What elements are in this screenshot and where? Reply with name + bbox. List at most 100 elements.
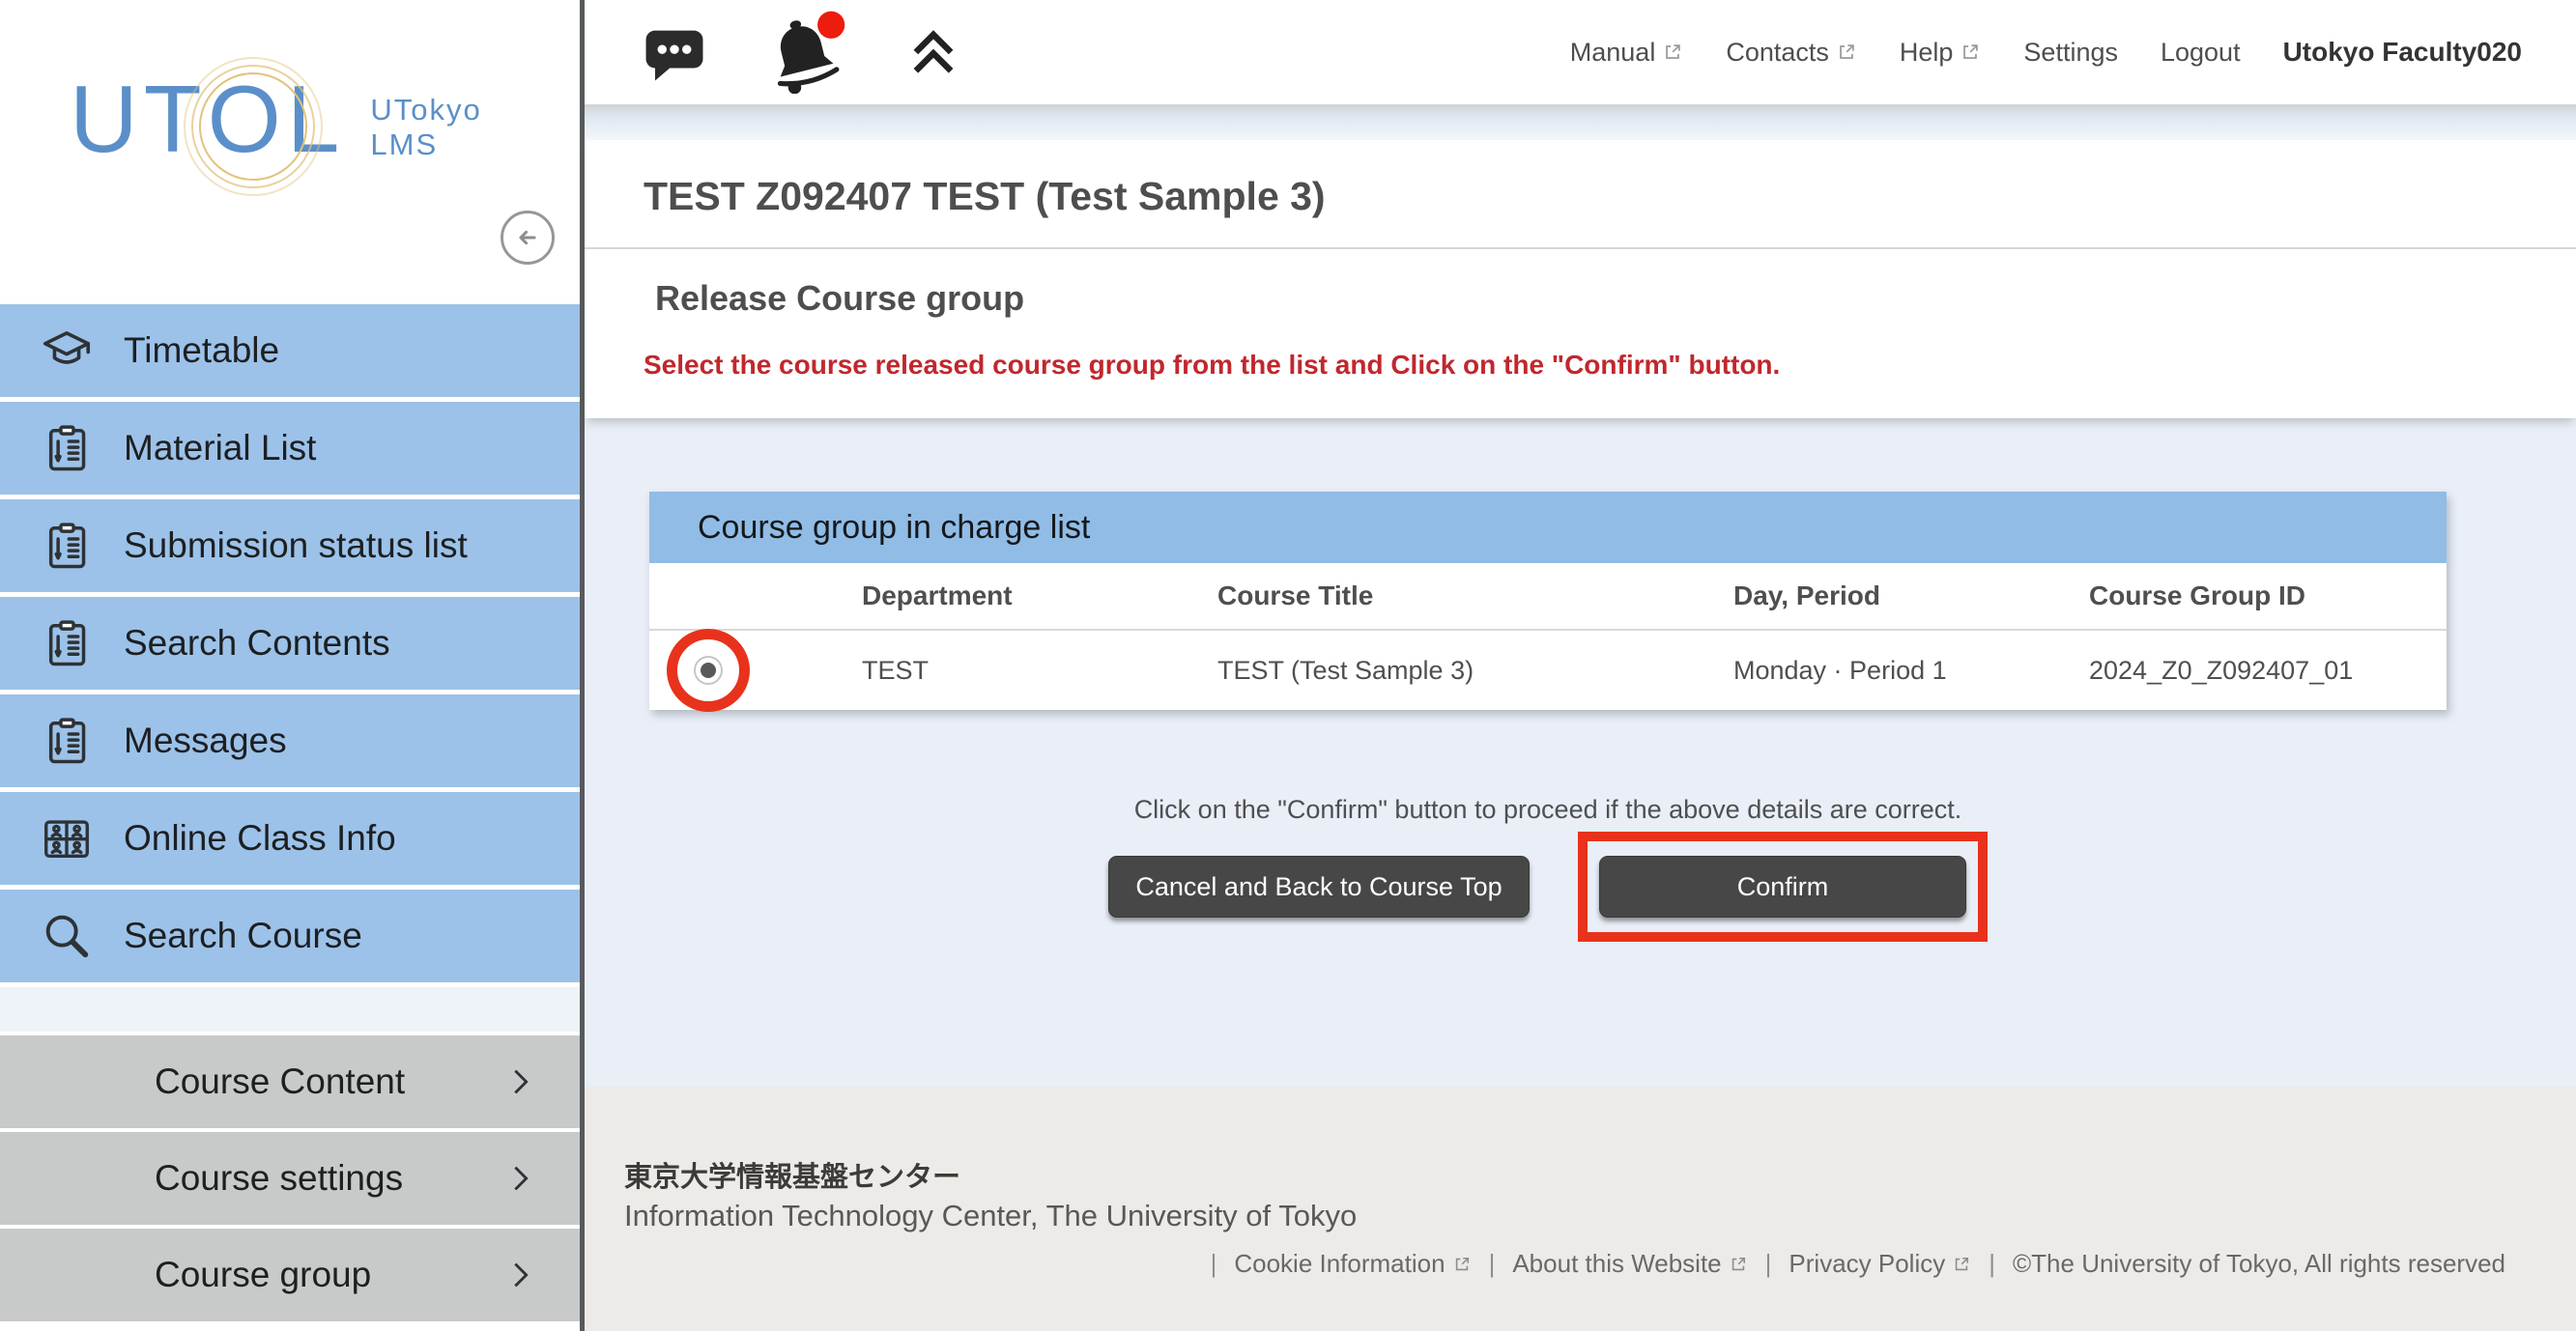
course-group-radio-selected[interactable] (694, 656, 723, 685)
external-link-icon (1729, 1255, 1748, 1274)
table-header-bar: Course group in charge list (649, 492, 2447, 563)
menu-item-label: Course settings (155, 1158, 403, 1199)
sidebar-item-course-settings[interactable]: Course settings (0, 1132, 580, 1225)
course-group-table-card: Course group in charge list Department C… (649, 492, 2447, 710)
sidebar-item-label: Online Class Info (124, 818, 396, 859)
link-label: Settings (2023, 38, 2118, 68)
help-link[interactable]: Help (1900, 38, 1982, 68)
confirm-note: Click on the "Confirm" button to proceed… (649, 795, 2447, 825)
table-row: TEST TEST (Test Sample 3) Monday · Perio… (649, 631, 2447, 710)
column-header-course-title: Course Title (1217, 581, 1733, 611)
logo-ut: UT (70, 66, 208, 172)
external-link-icon (1960, 42, 1981, 63)
about-this-website-link[interactable]: About this Website (1512, 1249, 1747, 1279)
separator: | (1765, 1249, 1772, 1279)
footer-links: | Cookie Information | About this Websit… (1211, 1249, 2505, 1279)
clipboard-icon (37, 711, 97, 771)
instruction-text: Select the course released course group … (644, 350, 1780, 381)
link-label: Privacy Policy (1789, 1249, 1945, 1279)
column-header-department: Department (862, 581, 1217, 611)
separator: | (1211, 1249, 1217, 1279)
clipboard-icon (37, 516, 97, 576)
logo-subtext: UTokyo LMS (370, 93, 481, 161)
sidebar-item-course-content[interactable]: Course Content (0, 1035, 580, 1128)
link-label: Manual (1570, 38, 1656, 68)
sidebar-item-search-course[interactable]: Search Course (0, 890, 580, 982)
footer-org-japanese: 東京大学情報基盤センター (624, 1154, 960, 1195)
sidebar-item-timetable[interactable]: Timetable (0, 304, 580, 397)
magnifier-icon (37, 906, 97, 966)
divider (585, 247, 2576, 249)
cookie-information-link[interactable]: Cookie Information (1234, 1249, 1471, 1279)
logo-o-with-rings: O (208, 71, 287, 166)
utol-logo-word: UTOL (70, 71, 345, 166)
cell-course-group-id: 2024_Z0_Z092407_01 (2089, 656, 2447, 686)
manual-link[interactable]: Manual (1570, 38, 1684, 68)
chevron-right-icon (506, 1065, 535, 1098)
sidebar-item-label: Messages (124, 721, 287, 761)
sidebar-item-label: Search Course (124, 916, 362, 956)
cancel-button[interactable]: Cancel and Back to Course Top (1108, 856, 1530, 918)
menu-item-label: Course group (155, 1255, 371, 1295)
link-label: Cookie Information (1234, 1249, 1445, 1279)
sidebar-item-label: Timetable (124, 330, 279, 371)
sidebar-item-label: Material List (124, 428, 316, 468)
sidebar-collapse-button[interactable] (501, 211, 555, 265)
cell-day-period: Monday · Period 1 (1733, 656, 2089, 686)
sidebar-item-online-class-info[interactable]: Online Class Info (0, 792, 580, 885)
sidebar-item-material-list[interactable]: Material List (0, 402, 580, 495)
radio-cell (649, 631, 862, 710)
content-body: Course group in charge list Department C… (585, 418, 2576, 1087)
chevron-right-icon (506, 1162, 535, 1195)
username[interactable]: Utokyo Faculty020 (2283, 37, 2522, 68)
external-link-icon (1952, 1255, 1971, 1274)
page-title: Release Course group (655, 278, 1024, 319)
arrow-left-icon (511, 221, 544, 254)
topbar: Manual Contacts Help (585, 0, 2576, 104)
video-grid-icon (37, 808, 97, 868)
confirm-button[interactable]: Confirm (1599, 856, 1966, 918)
chevron-right-icon (506, 1259, 535, 1291)
separator: | (1989, 1249, 1995, 1279)
link-label: Help (1900, 38, 1954, 68)
page-header-section: TEST Z092407 TEST (Test Sample 3) Releas… (585, 143, 2576, 418)
cell-department: TEST (862, 656, 1217, 686)
sidebar-nav: Timetable Material List (0, 304, 580, 1325)
collapse-up-icon[interactable] (903, 24, 963, 80)
copyright-text: ©The University of Tokyo, All rights res… (2013, 1249, 2505, 1279)
notification-bell-icon[interactable] (762, 11, 851, 94)
clipboard-icon (37, 613, 97, 673)
column-header-course-group-id: Course Group ID (2089, 581, 2447, 611)
link-label: Logout (2161, 38, 2241, 68)
chat-icon[interactable] (639, 20, 710, 84)
separator: | (1489, 1249, 1496, 1279)
sidebar-logo-area: UTOL UTokyo LMS (0, 0, 580, 304)
topbar-icons (639, 11, 963, 94)
settings-link[interactable]: Settings (2023, 38, 2118, 68)
sidebar-item-course-group[interactable]: Course group (0, 1229, 580, 1321)
clipboard-icon (37, 418, 97, 478)
logo-subtext-line2: LMS (370, 127, 481, 162)
red-box-annotation: Confirm (1578, 832, 1988, 942)
radio-column-header (649, 556, 862, 636)
footer-org-english: Information Technology Center, The Unive… (624, 1199, 1357, 1233)
logo-o: O (208, 66, 287, 172)
external-link-icon (1836, 42, 1857, 63)
sidebar-section-gap (0, 987, 580, 1032)
external-link-icon (1662, 42, 1683, 63)
privacy-policy-link[interactable]: Privacy Policy (1789, 1249, 1971, 1279)
topbar-links: Manual Contacts Help (1570, 37, 2522, 68)
sidebar-item-search-contents[interactable]: Search Contents (0, 597, 580, 690)
utol-logo[interactable]: UTOL UTokyo LMS (70, 71, 482, 166)
contacts-link[interactable]: Contacts (1726, 38, 1857, 68)
button-row: Cancel and Back to Course Top Confirm (649, 832, 2447, 942)
cell-course-title: TEST (Test Sample 3) (1217, 656, 1733, 686)
logo-subtext-line1: UTokyo (370, 93, 481, 127)
topbar-divider-strip (585, 104, 2576, 143)
sidebar-item-messages[interactable]: Messages (0, 694, 580, 787)
logout-link[interactable]: Logout (2161, 38, 2241, 68)
radio-dot (701, 663, 716, 678)
sidebar: UTOL UTokyo LMS (0, 0, 585, 1331)
link-label: Contacts (1726, 38, 1829, 68)
sidebar-item-submission-status-list[interactable]: Submission status list (0, 499, 580, 592)
